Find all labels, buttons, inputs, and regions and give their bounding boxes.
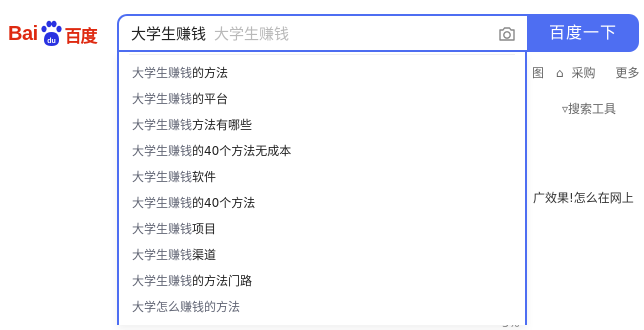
- suggestion-item[interactable]: 大学生赚钱方法有哪些: [119, 112, 525, 138]
- suggestion-item[interactable]: 大学生赚钱的40个方法无成本: [119, 138, 525, 164]
- suggestion-rest: 项目: [192, 222, 217, 236]
- logo-text-baidu: 百度: [64, 26, 98, 47]
- suggestion-rest: 的40个方法: [192, 196, 256, 210]
- logo-text-bai: Bai: [8, 22, 38, 45]
- suggestion-rest: 的40个方法无成本: [192, 144, 292, 158]
- suggestion-item[interactable]: 大学生赚钱的平台: [119, 86, 525, 112]
- suggestion-item[interactable]: 大学生赚钱渠道: [119, 242, 525, 268]
- suggestion-rest: 方法有哪些: [192, 118, 253, 132]
- suggestion-highlight: 大学生赚钱: [132, 170, 193, 184]
- suggestion-dropdown: 大学生赚钱的方法 大学生赚钱的平台 大学生赚钱方法有哪些 大学生赚钱的40个方法无成本…: [117, 52, 527, 325]
- camera-icon[interactable]: [497, 24, 517, 44]
- nav-item-images[interactable]: 图: [532, 66, 544, 80]
- result-snippet: 广效果!怎么在网上: [533, 191, 634, 205]
- baidu-logo[interactable]: Bai du 百度: [8, 16, 108, 52]
- suggestion-highlight: 大学生赚钱: [132, 144, 193, 158]
- nav-item-purchase[interactable]: ⌂ 采购: [556, 66, 604, 80]
- search-input-value: 大学生赚钱: [131, 25, 207, 43]
- suggestion-rest: 渠道: [192, 248, 217, 262]
- suggestion-rest: 的方法: [192, 66, 229, 80]
- suggestion-rest: 的方法门路: [192, 274, 253, 288]
- suggestion-highlight: 大学怎么赚钱的方法: [132, 300, 241, 314]
- suggestion-highlight: 大学生赚钱: [132, 222, 193, 236]
- suggestion-highlight: 大学生赚钱: [132, 196, 193, 210]
- suggestion-highlight: 大学生赚钱: [132, 118, 193, 132]
- suggestion-item[interactable]: 大学生赚钱的40个方法: [119, 190, 525, 216]
- background-nav: 图 ⌂ 采购 更多: [532, 64, 644, 81]
- suggestion-rest: 的平台: [192, 92, 229, 106]
- suggestion-highlight: 大学生赚钱: [132, 248, 193, 262]
- suggestion-highlight: 大学生赚钱: [132, 274, 193, 288]
- suggestion-item[interactable]: 大学生赚钱的方法: [119, 60, 525, 86]
- suggestion-item[interactable]: 大学生赚钱软件: [119, 164, 525, 190]
- search-submit-button[interactable]: 百度一下: [527, 14, 639, 52]
- search-input[interactable]: 大学生赚钱 大学生赚钱: [131, 16, 289, 52]
- nav-item-more[interactable]: 更多: [615, 66, 639, 80]
- suggestion-highlight: 大学生赚钱: [132, 92, 193, 106]
- search-box[interactable]: 大学生赚钱 大学生赚钱: [117, 14, 527, 52]
- paw-icon: du: [41, 20, 62, 46]
- suggestion-highlight: 大学生赚钱: [132, 66, 193, 80]
- suggestion-item[interactable]: 大学生赚钱项目: [119, 216, 525, 242]
- search-tools[interactable]: ▿搜索工具: [562, 100, 616, 117]
- svg-text:du: du: [47, 38, 56, 45]
- suggestion-rest: 软件: [192, 170, 217, 184]
- suggestion-item[interactable]: 大学怎么赚钱的方法: [119, 294, 525, 320]
- search-tools-label: 搜索工具: [568, 102, 617, 116]
- suggestion-item[interactable]: 大学生赚钱的方法门路: [119, 268, 525, 294]
- purchase-icon: ⌂: [555, 66, 564, 80]
- search-ghost-completion: 大学生赚钱: [214, 25, 290, 43]
- suggestion-list: 大学生赚钱的方法 大学生赚钱的平台 大学生赚钱方法有哪些 大学生赚钱的40个方法无成本…: [119, 55, 525, 320]
